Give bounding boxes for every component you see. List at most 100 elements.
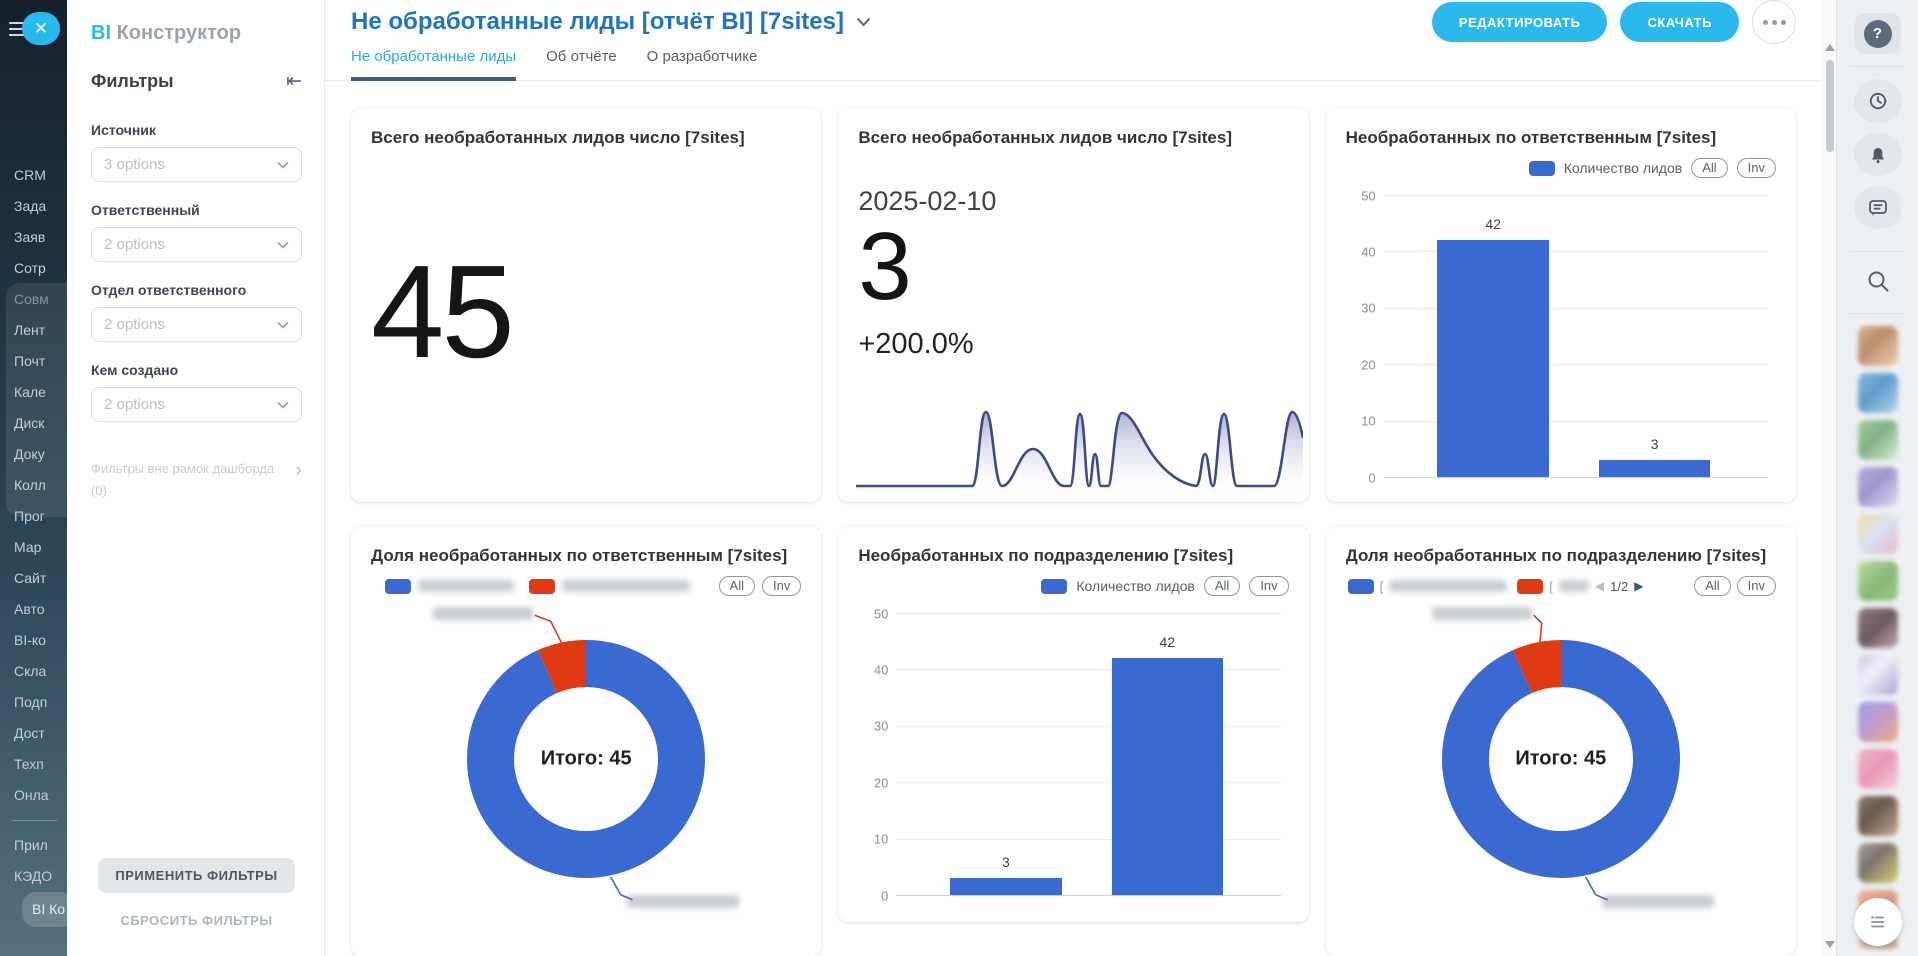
- more-options-button[interactable]: [1752, 0, 1796, 44]
- anonymized-callout-label: [627, 895, 739, 908]
- avatar[interactable]: [1858, 796, 1898, 836]
- apply-filters-button[interactable]: ПРИМЕНИТЬ ФИЛЬТРЫ: [98, 858, 294, 893]
- nav-divider: [12, 820, 57, 821]
- avatar[interactable]: [1858, 467, 1898, 507]
- all-button[interactable]: All: [1694, 576, 1730, 596]
- all-button[interactable]: All: [1691, 158, 1727, 178]
- download-button[interactable]: СКАЧАТЬ: [1620, 2, 1739, 42]
- sidebar-item-apps[interactable]: Прил: [0, 830, 67, 861]
- search-button[interactable]: [1865, 268, 1891, 299]
- right-icon-rail: ?: [1836, 0, 1918, 956]
- avatar[interactable]: [1858, 749, 1898, 789]
- filter-label-created-by: Кем создано: [91, 362, 302, 378]
- chat-button[interactable]: [1854, 186, 1902, 229]
- sidebar-item-tasks[interactable]: Зада: [0, 191, 67, 222]
- help-button[interactable]: ?: [1855, 13, 1901, 54]
- reset-filters-button[interactable]: СБРОСИТЬ ФИЛЬТРЫ: [120, 913, 272, 928]
- inv-button[interactable]: Inv: [1737, 576, 1776, 596]
- avatar[interactable]: [1858, 561, 1898, 601]
- avatar[interactable]: [1858, 326, 1898, 366]
- sidebar-item-auto[interactable]: Авто: [0, 594, 67, 625]
- sidebar-item-online[interactable]: Онла: [0, 780, 67, 811]
- sidebar-item-warehouse[interactable]: Скла: [0, 656, 67, 687]
- card-bar-division: Необработанных по подразделению [7sites]…: [838, 526, 1308, 922]
- all-button[interactable]: All: [719, 576, 755, 596]
- page-prev-button[interactable]: ◀: [1595, 579, 1604, 593]
- rail-list-button[interactable]: [1854, 898, 1902, 946]
- anonymized-axis-label: [958, 904, 1019, 916]
- report-title-dropdown[interactable]: Не обработанные лиды [отчёт BI] [7sites]: [351, 8, 871, 36]
- sidebar-item-market[interactable]: Мар: [0, 532, 67, 563]
- donut-chart: Итого: 45: [1346, 601, 1776, 931]
- anonymized-callout-label: [433, 607, 533, 620]
- filter-select-source[interactable]: 3 options: [91, 147, 302, 182]
- inv-button[interactable]: Inv: [1737, 158, 1776, 178]
- tab-about-developer[interactable]: О разработчике: [647, 48, 758, 80]
- vertical-scrollbar[interactable]: [1822, 0, 1836, 956]
- chevron-down-icon: [277, 241, 289, 249]
- page-title: Не обработанные лиды [отчёт BI] [7sites]: [351, 8, 844, 36]
- sidebar-item-collab[interactable]: Совм: [0, 284, 67, 315]
- chevron-down-icon: [277, 161, 289, 169]
- sidebar-item-drive[interactable]: Диск: [0, 408, 67, 439]
- chevron-down-icon: [277, 321, 289, 329]
- avatar[interactable]: [1858, 702, 1898, 742]
- scroll-down-arrow[interactable]: [1825, 941, 1835, 948]
- chat-bubble-icon: [1866, 196, 1890, 220]
- filter-select-responsible[interactable]: 2 options: [91, 227, 302, 262]
- avatar[interactable]: [1858, 655, 1898, 695]
- card-title: Всего необработанных лидов число [7sites…: [371, 128, 801, 148]
- app-root: ✕ CRM Зада Заяв Сотр Совм Лент Почт Кале…: [0, 0, 1918, 956]
- close-icon: ✕: [34, 19, 48, 39]
- sidebar-item-docs[interactable]: Доку: [0, 439, 67, 470]
- outer-filters-link[interactable]: Фильтры вне рамок дашборда(0) ›: [91, 458, 302, 502]
- filter-select-department[interactable]: 2 options: [91, 307, 302, 342]
- sidebar-item-access[interactable]: Дост: [0, 718, 67, 749]
- page-next-button[interactable]: ▶: [1634, 579, 1643, 593]
- avatar[interactable]: [1858, 420, 1898, 460]
- sidebar-item-prog[interactable]: Прог: [0, 501, 67, 532]
- sidebar-item-subscr[interactable]: Подп: [0, 687, 67, 718]
- sidebar-item-requests[interactable]: Заяв: [0, 222, 67, 253]
- avatar[interactable]: [1858, 514, 1898, 554]
- sidebar-item-mail[interactable]: Почт: [0, 346, 67, 377]
- sidebar-item-feed[interactable]: Лент: [0, 315, 67, 346]
- sidebar-item-employees[interactable]: Сотр: [0, 253, 67, 284]
- filter-select-created-by[interactable]: 2 options: [91, 387, 302, 422]
- sidebar-item-coll[interactable]: Колл: [0, 470, 67, 501]
- avatar[interactable]: [1858, 608, 1898, 648]
- notifications-button[interactable]: [1854, 133, 1902, 176]
- close-flyout-button[interactable]: ✕: [22, 12, 60, 45]
- sidebar-item-bi[interactable]: BI-ко: [0, 625, 67, 656]
- sidebar-item-support[interactable]: Техп: [0, 749, 67, 780]
- tab-about-report[interactable]: Об отчёте: [546, 48, 617, 80]
- filter-label-source: Источник: [91, 122, 302, 138]
- tab-unprocessed-leads[interactable]: Не обработанные лиды: [351, 48, 516, 80]
- inv-button[interactable]: Inv: [762, 576, 801, 596]
- history-button[interactable]: [1854, 79, 1902, 122]
- collapse-panel-icon[interactable]: ⇤: [286, 72, 302, 91]
- sidebar-item-bi-constructor[interactable]: BI Ко: [0, 892, 67, 923]
- inv-button[interactable]: Inv: [1249, 576, 1288, 596]
- sidebar-item-calendar[interactable]: Кале: [0, 377, 67, 408]
- nav-list: CRM Зада Заяв Сотр Совм Лент Почт Кале Д…: [0, 160, 67, 923]
- sidebar-item-sites[interactable]: Сайт: [0, 563, 67, 594]
- help-icon: ?: [1864, 20, 1892, 48]
- avatar[interactable]: [1858, 373, 1898, 413]
- chevron-right-icon: ›: [295, 460, 302, 480]
- bell-icon: [1866, 142, 1890, 166]
- card-title: Доля необработанных по подразделению [7s…: [1346, 546, 1776, 566]
- avatar[interactable]: [1858, 843, 1898, 883]
- anonymized-axis-label: [1119, 904, 1204, 916]
- edit-button[interactable]: РЕДАКТИРОВАТЬ: [1432, 2, 1608, 42]
- bar-segment: 42: [1437, 240, 1548, 477]
- scroll-up-arrow[interactable]: [1825, 44, 1835, 51]
- anonymized-legend-label: [418, 580, 514, 592]
- all-button[interactable]: All: [1204, 576, 1240, 596]
- card-title: Доля необработанных по ответственным [7s…: [371, 546, 801, 566]
- sidebar-item-kedo[interactable]: КЭДО: [0, 861, 67, 892]
- anonymized-callout-label: [1602, 895, 1714, 908]
- scrollbar-thumb[interactable]: [1826, 60, 1834, 152]
- sidebar-item-crm[interactable]: CRM: [0, 160, 67, 191]
- anonymized-axis-label: [1422, 486, 1568, 498]
